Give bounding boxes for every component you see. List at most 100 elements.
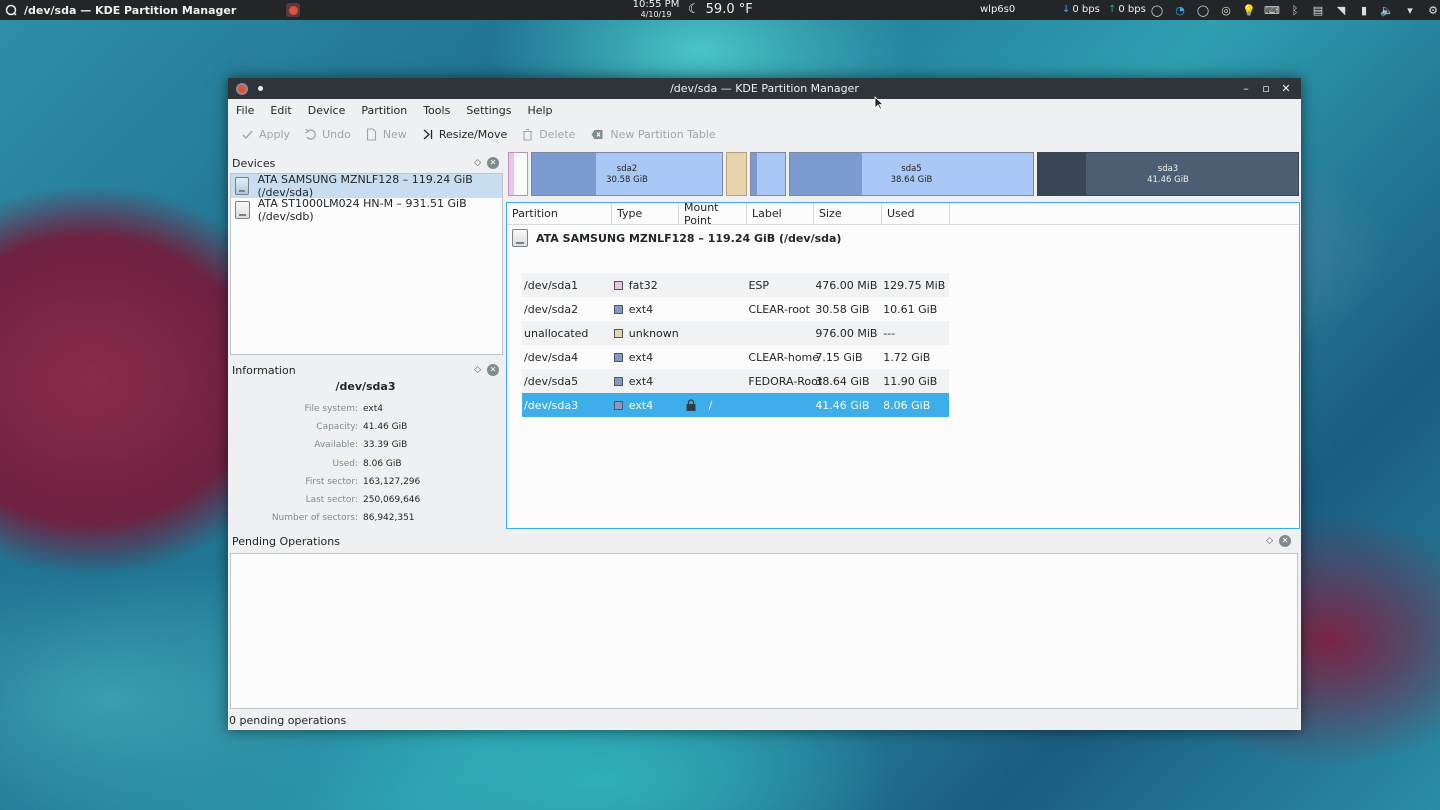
col-type[interactable]: Type	[612, 203, 679, 224]
cell-partition: /dev/sda2	[524, 302, 579, 316]
cell-mount-point	[679, 273, 747, 297]
keyboard-icon[interactable]: ⌨	[1264, 2, 1280, 18]
expand-tray-icon[interactable]: ▾	[1402, 2, 1418, 18]
maximize-button[interactable]: ▫	[1259, 81, 1273, 95]
segment-name: sda2	[616, 164, 638, 174]
info-key: Capacity:	[316, 422, 358, 433]
cell-partition: unallocated	[524, 326, 589, 340]
info-value: 41.46 GiB	[363, 422, 408, 433]
table-row[interactable]: unallocated unknown 976.00 MiB ---	[522, 321, 949, 345]
lightbulb-icon[interactable]: 💡	[1241, 2, 1257, 18]
minimize-button[interactable]: –	[1239, 81, 1253, 95]
bluetooth-icon[interactable]: ᛒ	[1287, 2, 1303, 18]
disk-row[interactable]: ATA SAMSUNG MZNLF128 – 119.24 GiB (/dev/…	[507, 226, 1299, 250]
swap-monitor-icon[interactable]: ◯	[1195, 2, 1211, 18]
partition-segment-sda4[interactable]	[750, 152, 786, 196]
cell-size: 30.58 GiB	[815, 302, 870, 316]
float-dock-icon[interactable]: ◇	[1266, 536, 1273, 546]
pin-icon[interactable]	[258, 86, 263, 91]
top-panel: /dev/sda — KDE Partition Manager 10:55 P…	[0, 0, 1440, 20]
table-row[interactable]: /dev/sda3 ext4 / 41.46 GiB 8.06 GiB	[522, 393, 949, 417]
col-label[interactable]: Label	[747, 203, 814, 224]
menu-partition[interactable]: Partition	[355, 104, 413, 117]
menu-device[interactable]: Device	[302, 104, 352, 117]
info-value: 250,069,646	[363, 495, 421, 506]
device-item-sdb[interactable]: ATA ST1000LM024 HN-M – 931.51 GiB (/dev/…	[231, 197, 502, 223]
volume-icon[interactable]: 🔈	[1379, 2, 1395, 18]
cell-type: ext4	[612, 393, 679, 417]
partition-segment-unallocated[interactable]	[726, 152, 747, 196]
download-arrow-icon: ↓	[1062, 4, 1071, 15]
table-row[interactable]: /dev/sda2 ext4 CLEAR-root 30.58 GiB 10.61 Gi…	[522, 297, 949, 321]
col-partition[interactable]: Partition	[507, 203, 612, 224]
weather-widget[interactable]: ☾ 59.0 °F	[688, 2, 753, 17]
partition-segment-sda2[interactable]: sda2 30.58 GiB	[531, 152, 723, 196]
device-item-sda[interactable]: ATA SAMSUNG MZNLF128 – 119.24 GiB (/dev/…	[231, 173, 502, 199]
panel-settings-icon[interactable]: ⚙	[1425, 2, 1440, 18]
app-icon[interactable]	[236, 82, 248, 95]
devices-title: Devices	[232, 156, 276, 170]
undo-button[interactable]: Undo	[297, 123, 358, 145]
segment-size: 41.46 GiB	[1147, 175, 1189, 185]
menu-settings[interactable]: Settings	[460, 104, 517, 117]
float-dock-icon[interactable]: ◇	[474, 365, 481, 375]
digital-clock[interactable]: 10:55 PM 4/10/19	[628, 0, 684, 20]
cpu-monitor-icon[interactable]: ◯	[1149, 2, 1165, 18]
col-mount-point[interactable]: Mount Point	[679, 201, 747, 227]
close-button[interactable]: ✕	[1279, 81, 1293, 95]
information-dock-header: Information ◇ ✕	[228, 360, 503, 380]
delete-button[interactable]: Delete	[514, 123, 582, 145]
trash-icon	[523, 128, 533, 141]
cell-type: ext4	[612, 345, 679, 369]
info-row: First sector: 163,127,296	[228, 473, 503, 491]
disk-monitor-icon[interactable]: ◎	[1218, 2, 1234, 18]
menu-edit[interactable]: Edit	[264, 104, 297, 117]
moon-icon: ☾	[688, 2, 700, 17]
device-label: ATA SAMSUNG MZNLF128 – 119.24 GiB (/dev/…	[257, 173, 473, 199]
partition-segment-sda3[interactable]: sda3 41.46 GiB	[1037, 152, 1299, 196]
info-key: Available:	[314, 440, 358, 451]
info-row: Capacity: 41.46 GiB	[228, 418, 503, 436]
menu-file[interactable]: File	[230, 104, 260, 117]
new-document-icon	[366, 127, 376, 141]
memory-monitor-icon[interactable]: ◔	[1172, 2, 1188, 18]
cell-used: 8.06 GiB	[883, 398, 931, 412]
info-value: 163,127,296	[363, 476, 421, 487]
task-partition-manager-icon[interactable]	[286, 3, 300, 17]
window-titlebar[interactable]: /dev/sda — KDE Partition Manager – ▫ ✕	[228, 78, 1301, 99]
app-launcher-icon[interactable]	[4, 3, 18, 17]
filesystem-color-swatch	[613, 352, 623, 362]
info-grid: File system: ext4 Capacity: 41.46 GiB Avai…	[228, 400, 503, 527]
close-dock-icon[interactable]: ✕	[487, 157, 499, 169]
table-row[interactable]: /dev/sda5 ext4 FEDORA-Root 38.64 GiB 11.90 G…	[522, 369, 949, 393]
close-dock-icon[interactable]: ✕	[487, 364, 499, 376]
partition-segment-sda5[interactable]: sda5 38.64 GiB	[789, 152, 1034, 196]
download-rate-value: 0 bps	[1072, 4, 1100, 15]
delete-label: Delete	[539, 127, 576, 141]
resize-move-button[interactable]: Resize/Move	[414, 123, 514, 145]
col-size[interactable]: Size	[814, 203, 882, 224]
pending-dock-header: Pending Operations ◇ ✕	[228, 531, 1301, 551]
partition-segment-sda1[interactable]	[508, 152, 528, 196]
type-label: unknown	[628, 326, 679, 340]
menu-bar: File Edit Device Partition Tools Setting…	[228, 99, 1301, 121]
float-dock-icon[interactable]: ◇	[474, 158, 481, 168]
cell-mount-point	[679, 297, 747, 321]
table-row[interactable]: /dev/sda4 ext4 CLEAR-home 7.15 GiB 1.72 GiB	[522, 345, 949, 369]
col-used[interactable]: Used	[882, 203, 950, 224]
cell-type: fat32	[612, 273, 679, 297]
apply-button[interactable]: Apply	[234, 123, 297, 145]
new-partition-table-button[interactable]: New Partition Table	[582, 123, 722, 145]
menu-tools[interactable]: Tools	[417, 104, 456, 117]
close-dock-icon[interactable]: ✕	[1279, 535, 1291, 547]
battery-icon[interactable]: ▮	[1356, 2, 1372, 18]
devices-dock: Devices ◇ ✕ ATA SAMSUNG MZNLF128 – 119.2…	[228, 153, 503, 357]
new-button[interactable]: New	[358, 123, 414, 145]
info-device-name: /dev/sda3	[335, 380, 396, 393]
menu-help[interactable]: Help	[521, 104, 558, 117]
wifi-icon[interactable]: ◥	[1333, 2, 1349, 18]
info-value: 8.06 GiB	[363, 458, 402, 469]
table-row[interactable]: /dev/sda1 fat32 ESP 476.00 MiB 129.75 MiB	[522, 273, 949, 297]
lock-icon	[686, 399, 696, 411]
clipboard-icon[interactable]: ▤	[1310, 2, 1326, 18]
